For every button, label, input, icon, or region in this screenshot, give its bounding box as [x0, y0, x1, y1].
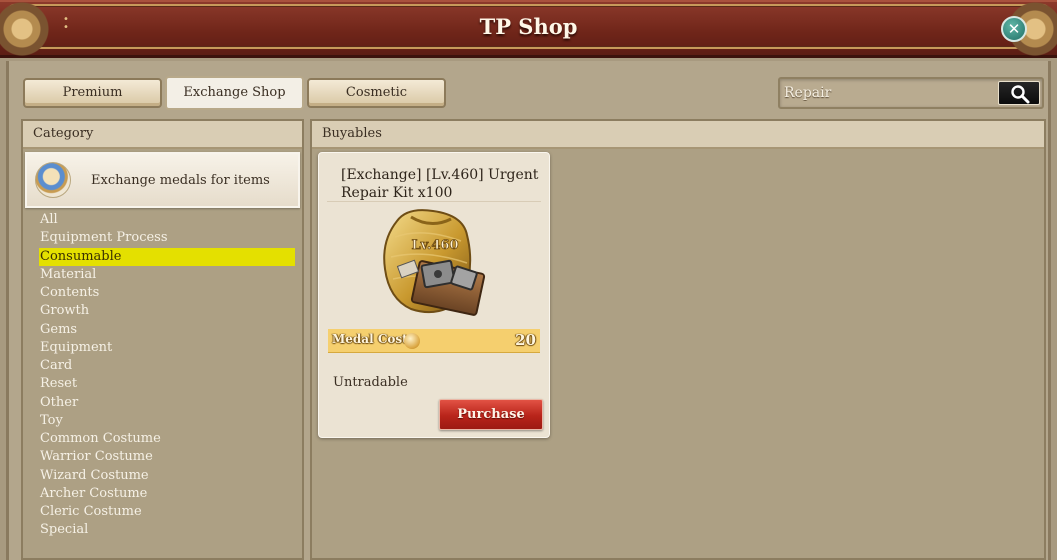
category-item-gems[interactable]: Gems [39, 321, 295, 339]
search-button[interactable] [998, 81, 1040, 105]
tab-cosmetic[interactable]: Cosmetic [307, 78, 446, 108]
title-bar: • • TP Shop ✕ [0, 0, 1057, 58]
category-banner[interactable]: Exchange medals for items [25, 152, 300, 208]
category-item-equipment[interactable]: Equipment [39, 339, 295, 357]
category-item-reset[interactable]: Reset [39, 375, 295, 393]
category-item-card[interactable]: Card [39, 357, 295, 375]
medal-cost-value: 20 [515, 331, 536, 349]
medal-cost-label: Medal Cost [332, 332, 408, 346]
tradability-status: Untradable [333, 375, 408, 390]
tab-label: Premium [62, 85, 123, 100]
category-item-common-costume[interactable]: Common Costume [39, 430, 295, 448]
close-button[interactable]: ✕ [1001, 16, 1027, 42]
purchase-button[interactable]: Purchase [439, 399, 543, 430]
product-card[interactable]: [Exchange] [Lv.460] Urgent Repair Kit x1… [318, 152, 550, 438]
category-banner-label: Exchange medals for items [91, 173, 270, 188]
category-item-consumable[interactable]: Consumable [39, 247, 295, 266]
category-item-wizard-costume[interactable]: Wizard Costume [39, 467, 295, 485]
category-item-growth[interactable]: Growth [39, 302, 295, 320]
category-item-archer-costume[interactable]: Archer Costume [39, 485, 295, 503]
medal-icon [35, 162, 71, 198]
category-item-warrior-costume[interactable]: Warrior Costume [39, 448, 295, 466]
close-icon: ✕ [1007, 20, 1021, 38]
window-title: TP Shop [479, 14, 578, 39]
search-box [778, 77, 1044, 109]
category-header: Category [23, 121, 302, 149]
category-item-cleric-costume[interactable]: Cleric Costume [39, 503, 295, 521]
product-title: [Exchange] [Lv.460] Urgent Repair Kit x1… [341, 167, 539, 201]
tab-label: Exchange Shop [183, 85, 286, 100]
search-input[interactable] [784, 83, 994, 103]
category-item-other[interactable]: Other [39, 394, 295, 412]
category-panel: Category Exchange medals for items All E… [21, 119, 304, 560]
tab-premium[interactable]: Premium [23, 78, 162, 108]
buyables-panel: Buyables [Exchange] [Lv.460] Urgent Repa… [310, 119, 1046, 560]
medal-coin-icon [404, 333, 420, 349]
card-divider [327, 201, 541, 202]
category-item-equipment-process[interactable]: Equipment Process [39, 229, 295, 247]
category-item-toy[interactable]: Toy [39, 412, 295, 430]
category-item-special[interactable]: Special [39, 521, 295, 539]
tab-exchange-shop[interactable]: Exchange Shop [165, 76, 304, 110]
medal-cost-bar: Medal Cost 20 [328, 329, 540, 353]
search-icon [1011, 85, 1030, 104]
level-badge: Lv.460 [411, 238, 458, 253]
category-list: All Equipment Process Consumable Materia… [39, 211, 295, 540]
repair-kit-bag-icon: Lv.460 [383, 209, 486, 316]
category-item-contents[interactable]: Contents [39, 284, 295, 302]
category-item-all[interactable]: All [39, 211, 295, 229]
shop-window: Premium Exchange Shop Cosmetic Category … [6, 61, 1051, 560]
buyables-header: Buyables [312, 121, 1044, 149]
tab-label: Cosmetic [345, 85, 408, 100]
category-item-material[interactable]: Material [39, 266, 295, 284]
